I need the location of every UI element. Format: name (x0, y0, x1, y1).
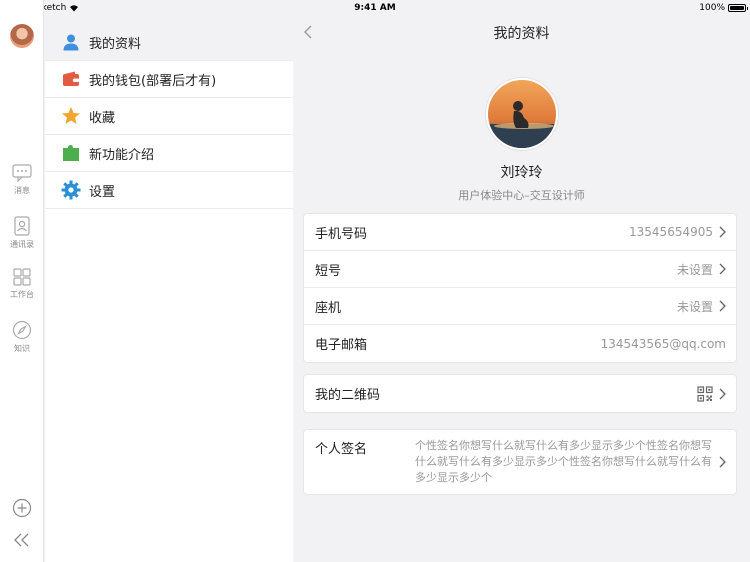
page-title: 我的资料 (493, 26, 550, 42)
add-button[interactable] (0, 498, 44, 522)
qr-code-row[interactable]: 我的二维码 (304, 375, 736, 412)
grid-icon (13, 268, 31, 286)
menu-item-wallet[interactable]: 我的钱包(部署后才有) (45, 61, 293, 98)
phone-row[interactable]: 手机号码 13545654905 (304, 214, 736, 251)
row-label: 座机 (315, 300, 342, 316)
row-label: 个人签名 (315, 442, 368, 457)
signature-text: 个性签名你想写什么就写什么有多少显示多少个性签名你想写什么就写什么有多少显示多少… (415, 439, 712, 484)
email-row: 电子邮箱 134543565@qq.com (304, 325, 736, 362)
menu-item-label: 我的资料 (89, 36, 142, 52)
contacts-icon (14, 216, 30, 236)
rail-item-label: 消息 (14, 186, 30, 195)
user-avatar[interactable] (10, 24, 34, 48)
profile-menu: 我的资料 我的钱包(部署后才有) 收藏 新功能介绍 设置 (45, 24, 293, 562)
row-label: 手机号码 (315, 226, 368, 242)
collapse-button[interactable] (0, 532, 44, 552)
menu-item-label: 收藏 (89, 110, 116, 126)
star-icon (61, 106, 81, 126)
menu-item-settings[interactable]: 设置 (45, 172, 293, 209)
profile-name: 刘玲玲 (500, 165, 543, 181)
nav-bar: 我的资料 (293, 16, 750, 48)
rail-item-label: 工作台 (10, 290, 34, 299)
profile-header: 刘玲玲 用户体验中心–交互设计师 (293, 78, 750, 203)
rail-item-knowledge[interactable]: 知识 (0, 320, 44, 354)
menu-item-favorites[interactable]: 收藏 (45, 98, 293, 135)
user-icon (61, 32, 81, 52)
row-value: 13545654905 (629, 225, 713, 239)
status-time: 9:41 AM (354, 3, 396, 13)
menu-item-new-features[interactable]: 新功能介绍 (45, 135, 293, 172)
signature-row[interactable]: 个人签名 个性签名你想写什么就写什么有多少显示多少个性签名你想写什么就写什么有多… (304, 430, 736, 494)
left-rail: 消息 通讯录 工作台 知识 (0, 0, 44, 562)
compass-icon (12, 320, 32, 340)
battery-icon (728, 4, 748, 12)
profile-avatar[interactable] (485, 78, 558, 150)
puzzle-icon (61, 143, 81, 163)
plus-circle-icon (12, 498, 32, 518)
row-label: 电子邮箱 (315, 338, 368, 353)
menu-item-label: 我的钱包(部署后才有) (89, 73, 217, 89)
chat-icon (12, 164, 32, 182)
chevron-right-icon (719, 456, 726, 468)
double-chevron-left-icon (14, 533, 29, 547)
menu-item-label: 设置 (89, 184, 116, 200)
contact-card: 手机号码 13545654905 短号 未设置 座机 未设置 电子邮箱 1345… (303, 213, 737, 363)
chevron-right-icon (719, 388, 726, 399)
rail-item-contacts[interactable]: 通讯录 (0, 216, 44, 250)
qr-code-icon (697, 385, 713, 402)
landline-row[interactable]: 座机 未设置 (304, 288, 736, 325)
qr-card: 我的二维码 (303, 374, 737, 413)
chevron-right-icon (719, 226, 726, 238)
menu-item-label: 新功能介绍 (89, 147, 155, 163)
row-value: 未设置 (676, 262, 713, 277)
battery-percent: 100% (699, 3, 725, 13)
status-bar: Sketch 9:41 AM 100% (0, 0, 750, 16)
menu-item-my-profile[interactable]: 我的资料 (45, 24, 293, 61)
row-value: 134543565@qq.com (600, 336, 726, 351)
chevron-right-icon (719, 263, 726, 275)
row-label: 短号 (315, 263, 342, 279)
rail-item-label: 知识 (14, 344, 30, 353)
chevron-right-icon (719, 300, 726, 312)
gear-icon (61, 180, 81, 200)
wallet-icon (61, 69, 81, 89)
battery-indicator: 100% (699, 3, 748, 13)
profile-detail: 我的资料 刘玲玲 用户体验中心–交互设计师 手机号码 13545654905 短… (293, 16, 750, 562)
signature-card: 个人签名 个性签名你想写什么就写什么有多少显示多少个性签名你想写什么就写什么有多… (303, 429, 737, 495)
profile-department: 用户体验中心–交互设计师 (458, 189, 585, 202)
row-value: 未设置 (676, 299, 713, 314)
rail-item-messages[interactable]: 消息 (0, 164, 44, 196)
short-number-row[interactable]: 短号 未设置 (304, 251, 736, 288)
rail-item-workbench[interactable]: 工作台 (0, 268, 44, 300)
row-label: 我的二维码 (315, 388, 381, 403)
rail-item-label: 通讯录 (10, 240, 34, 249)
